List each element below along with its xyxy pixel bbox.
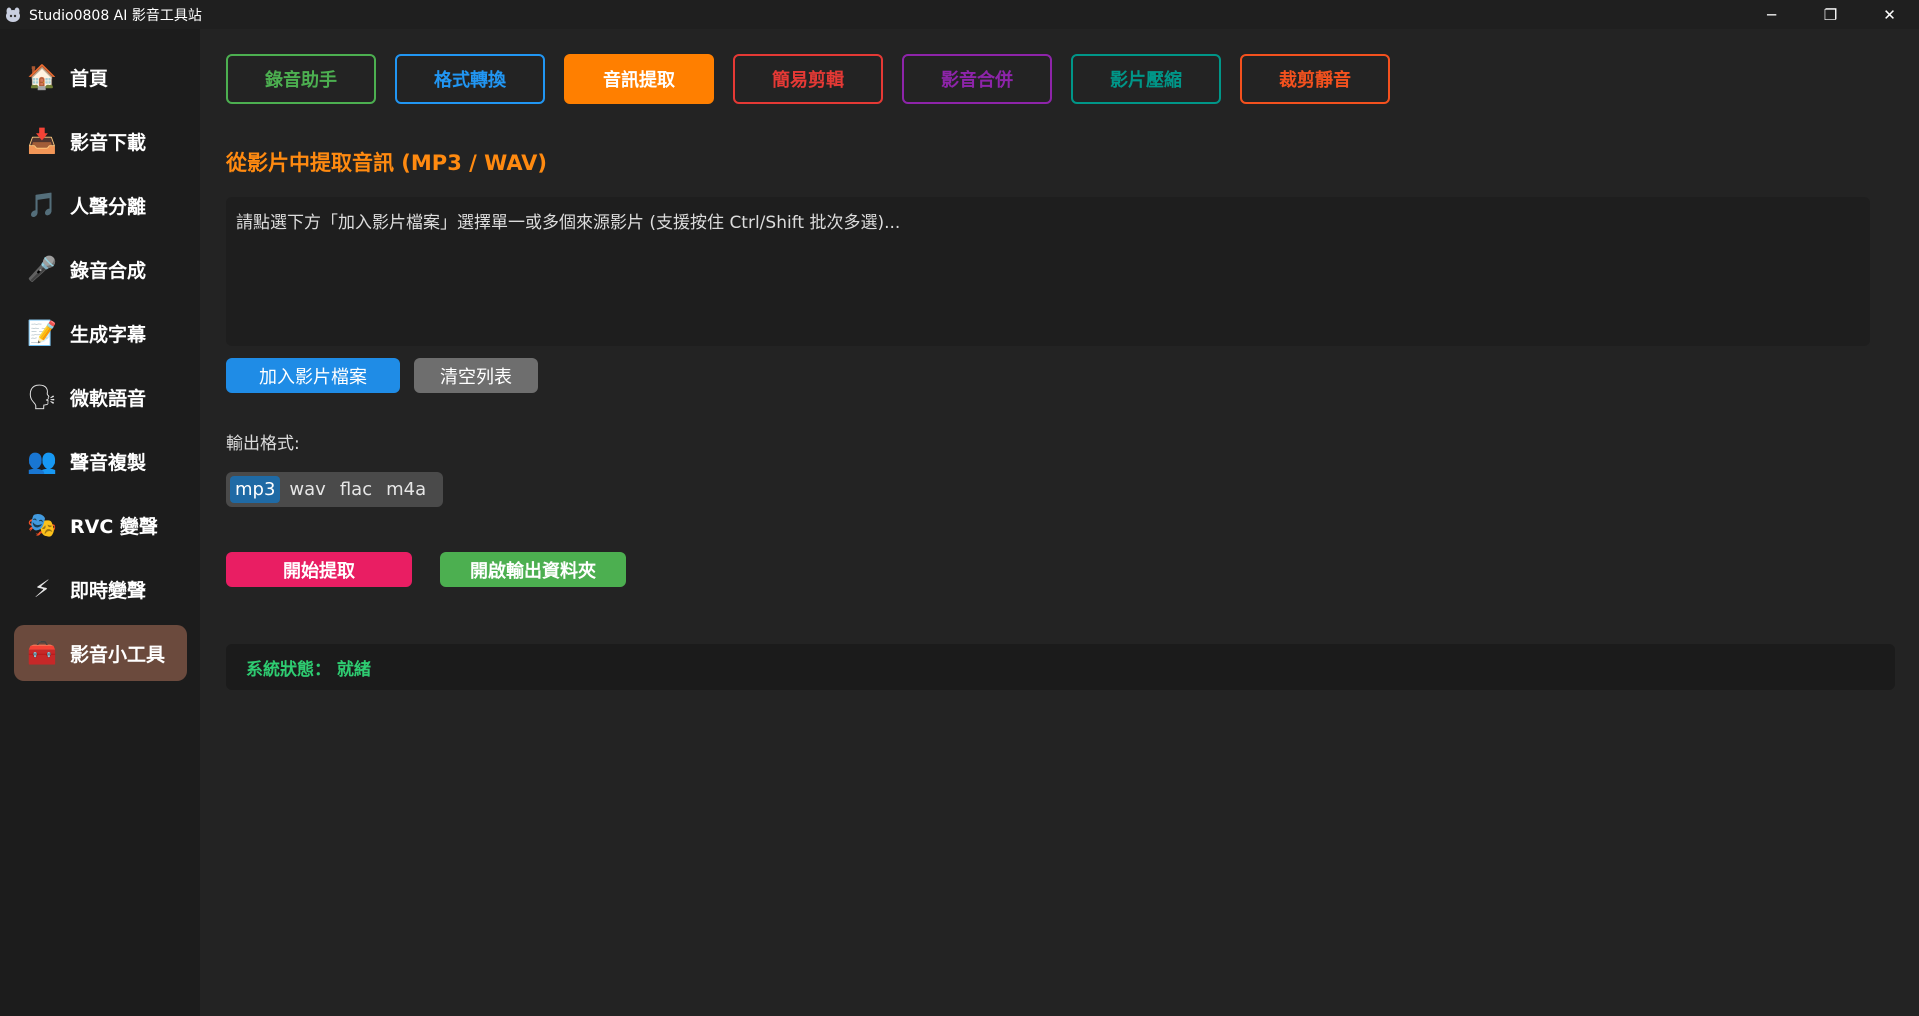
open-output-folder-button[interactable]: 開啟輸出資料夾 — [440, 552, 626, 587]
sidebar-item-subtitles[interactable]: 📝 生成字幕 — [14, 305, 187, 361]
sidebar-item-label: 即時變聲 — [70, 579, 147, 602]
memo-icon: 📝 — [27, 319, 57, 347]
format-option-m4a[interactable]: m4a — [381, 476, 431, 503]
music-note-icon: 🎵 — [27, 191, 57, 219]
tab-video-compress[interactable]: 影片壓縮 — [1071, 54, 1221, 104]
tab-audio-extract[interactable]: 音訊提取 — [564, 54, 714, 104]
sidebar-item-realtime-voice[interactable]: ⚡ 即時變聲 — [14, 561, 187, 617]
tab-media-merge[interactable]: 影音合併 — [902, 54, 1052, 104]
sidebar-item-label: 首頁 — [70, 67, 109, 90]
house-icon: 🏠 — [27, 63, 57, 91]
restore-button[interactable]: ❐ — [1801, 0, 1860, 29]
sidebar: 🏠 首頁 📥 影音下載 🎵 人聲分離 🎤 錄音合成 📝 生成字幕 🗣 微軟語音 … — [0, 29, 200, 1016]
tab-simple-edit[interactable]: 簡易剪輯 — [733, 54, 883, 104]
sidebar-item-label: 影音小工具 — [70, 643, 166, 666]
speaking-head-icon: 🗣 — [26, 383, 58, 411]
masks-icon: 🎭 — [27, 511, 57, 539]
sidebar-item-label: RVC 變聲 — [70, 515, 158, 538]
sidebar-item-rvc[interactable]: 🎭 RVC 變聲 — [14, 497, 187, 553]
status-text: 系統狀態： 就緒 — [246, 659, 371, 680]
format-option-flac[interactable]: flac — [335, 476, 377, 503]
sidebar-item-label: 人聲分離 — [70, 195, 147, 218]
output-format-label: 輸出格式: — [226, 434, 300, 454]
file-list[interactable]: 請點選下方「加入影片檔案」選擇單一或多個來源影片 (支援按住 Ctrl/Shif… — [226, 197, 1870, 346]
clear-list-button[interactable]: 清空列表 — [414, 358, 538, 393]
format-selector: mp3 wav flac m4a — [226, 472, 443, 507]
close-button[interactable]: ✕ — [1860, 0, 1919, 29]
window-title: Studio0808 AI 影音工具站 — [29, 7, 202, 24]
sidebar-item-label: 聲音複製 — [70, 451, 147, 474]
download-icon: 📥 — [27, 127, 57, 155]
tab-recording-assistant[interactable]: 錄音助手 — [226, 54, 376, 104]
tab-format-convert[interactable]: 格式轉換 — [395, 54, 545, 104]
main-panel: 錄音助手 格式轉換 音訊提取 簡易剪輯 影音合併 影片壓縮 裁剪靜音 從影片中提… — [200, 29, 1919, 1016]
format-option-mp3[interactable]: mp3 — [230, 476, 281, 503]
sidebar-item-ms-tts[interactable]: 🗣 微軟語音 — [14, 369, 187, 425]
sidebar-item-label: 影音下載 — [70, 131, 147, 154]
sidebar-item-label: 微軟語音 — [70, 387, 147, 410]
page-title: 從影片中提取音訊 (MP3 / WAV) — [226, 151, 547, 175]
sidebar-item-home[interactable]: 🏠 首頁 — [14, 49, 187, 105]
lightning-icon: ⚡ — [33, 575, 51, 603]
sidebar-item-vocal-separation[interactable]: 🎵 人聲分離 — [14, 177, 187, 233]
start-extract-button[interactable]: 開始提取 — [226, 552, 412, 587]
sidebar-item-recording-synthesis[interactable]: 🎤 錄音合成 — [14, 241, 187, 297]
app-logo-icon — [3, 5, 23, 25]
sidebar-item-label: 錄音合成 — [70, 259, 147, 282]
sidebar-item-tools[interactable]: 🧰 影音小工具 — [14, 625, 187, 681]
sidebar-item-label: 生成字幕 — [70, 323, 147, 346]
people-icon: 👥 — [27, 447, 57, 475]
toolbox-icon: 🧰 — [27, 639, 57, 667]
file-list-hint: 請點選下方「加入影片檔案」選擇單一或多個來源影片 (支援按住 Ctrl/Shif… — [236, 213, 901, 233]
sidebar-item-download[interactable]: 📥 影音下載 — [14, 113, 187, 169]
title-bar: Studio0808 AI 影音工具站 ─ ❐ ✕ — [0, 0, 1919, 29]
format-option-wav[interactable]: wav — [284, 476, 330, 503]
tab-trim-silence[interactable]: 裁剪靜音 — [1240, 54, 1390, 104]
microphone-icon: 🎤 — [27, 255, 57, 283]
sidebar-item-voice-clone[interactable]: 👥 聲音複製 — [14, 433, 187, 489]
status-bar: 系統狀態： 就緒 — [226, 644, 1895, 690]
add-video-button[interactable]: 加入影片檔案 — [226, 358, 400, 393]
minimize-button[interactable]: ─ — [1742, 0, 1801, 29]
